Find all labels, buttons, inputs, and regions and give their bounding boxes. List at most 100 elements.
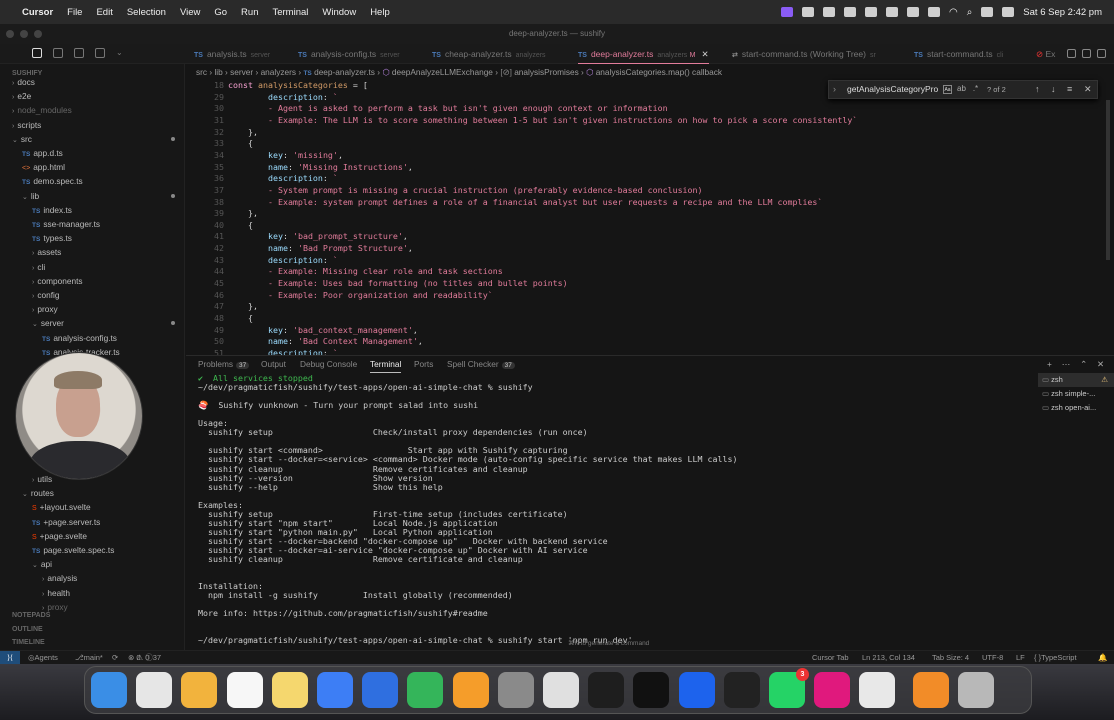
terminal-item[interactable]: ▭ zsh open-ai...: [1038, 401, 1114, 415]
sidebar-item[interactable]: ⌄ routes: [0, 486, 185, 500]
freeform-icon[interactable]: [317, 672, 353, 708]
code-line[interactable]: - Example: system prompt defines a role …: [228, 197, 822, 209]
system-settings-icon[interactable]: [497, 672, 534, 708]
code-line[interactable]: key: 'bad_context_management',: [228, 325, 418, 337]
finder-icon[interactable]: [91, 672, 127, 708]
screen-record-icon[interactable]: [780, 7, 793, 17]
editor-scrollbar[interactable]: [1106, 100, 1110, 260]
script-editor-icon[interactable]: [543, 672, 579, 708]
sidebar-item[interactable]: TS page.svelte.spec.ts: [0, 543, 185, 557]
cursor-tab-item[interactable]: Cursor Tab: [812, 651, 849, 665]
menu-file[interactable]: File: [67, 7, 82, 18]
extensions-icon[interactable]: [95, 48, 105, 58]
sidebar-item[interactable]: › scripts: [0, 118, 185, 132]
menu-app-name[interactable]: Cursor: [22, 7, 53, 18]
pages-icon[interactable]: [452, 672, 489, 708]
whole-word-icon[interactable]: ab: [957, 85, 966, 94]
split-editor-icon[interactable]: [1082, 49, 1091, 58]
close-window-button[interactable]: [6, 30, 14, 38]
whatsapp-icon[interactable]: 3: [769, 668, 809, 708]
tab-cheap-analyzer[interactable]: TS cheap-analyzer.ts analyzers: [432, 44, 546, 64]
photos-icon[interactable]: [181, 672, 218, 708]
notes-icon[interactable]: [271, 672, 308, 708]
sidebar-item[interactable]: TS +page.server.ts: [0, 515, 185, 529]
sidebar-item[interactable]: › config: [0, 288, 185, 302]
more-actions-icon[interactable]: ⋯: [1062, 356, 1070, 372]
close-icon[interactable]: ✕: [1097, 356, 1104, 372]
breadcrumb-item[interactable]: deep-analyzer.ts: [314, 67, 375, 77]
cursor-icon[interactable]: [723, 672, 760, 708]
notifications-icon[interactable]: 🔔: [1098, 651, 1107, 665]
chevron-right-icon[interactable]: ›: [833, 81, 836, 98]
close-tab-icon[interactable]: ✕: [702, 49, 709, 59]
next-match-icon[interactable]: ↓: [1051, 81, 1056, 98]
tab-analysis-config[interactable]: TS analysis-config.ts server: [298, 44, 400, 64]
code-line[interactable]: {: [228, 220, 253, 232]
terminal-icon[interactable]: [633, 672, 670, 708]
problems-item[interactable]: ⊗ 0 ⚠ 0 ⓘ 37: [128, 651, 161, 665]
match-case-toggle[interactable]: Aa: [943, 85, 952, 94]
sidebar-item[interactable]: › analysis: [0, 571, 185, 585]
new-terminal-icon[interactable]: +: [1047, 356, 1052, 372]
breadcrumb-item[interactable]: analyzers: [261, 67, 297, 77]
sidebar-item[interactable]: TS analysis-config.ts: [0, 331, 185, 345]
line-ending[interactable]: LF: [1016, 651, 1025, 665]
code-line[interactable]: description: `: [228, 255, 338, 267]
menu-terminal[interactable]: Terminal: [272, 7, 308, 18]
menu-selection[interactable]: Selection: [127, 7, 166, 18]
launchpad-icon[interactable]: [136, 672, 173, 708]
sidebar-item[interactable]: S +layout.svelte: [0, 500, 185, 514]
code-line[interactable]: const analysisCategories = [: [228, 80, 368, 92]
control-center-icon[interactable]: [981, 7, 994, 17]
tab-start-command[interactable]: TS start-command.ts cli: [914, 44, 1003, 64]
code-line[interactable]: },: [228, 127, 258, 139]
minimize-window-button[interactable]: [20, 30, 28, 38]
status-app-icon[interactable]: [822, 7, 835, 17]
code-line[interactable]: {: [228, 138, 253, 150]
find-in-selection-icon[interactable]: ≡: [1067, 81, 1072, 98]
code-line[interactable]: - Example: The LLM is to score something…: [228, 115, 857, 127]
wifi-icon[interactable]: ◠: [949, 7, 958, 18]
menu-view[interactable]: View: [180, 7, 200, 18]
code-line[interactable]: description: `: [228, 173, 338, 185]
maximize-panel-icon[interactable]: ⌃: [1080, 356, 1087, 372]
breadcrumb-item[interactable]: deepAnalyzeLLMExchange: [392, 67, 493, 77]
agents-item[interactable]: ◎ Agents: [28, 651, 58, 665]
breadcrumb-item[interactable]: analysisPromises: [514, 67, 579, 77]
find-input[interactable]: getAnalysisCategoryPro: [847, 81, 938, 98]
sidebar-item[interactable]: S +page.svelte: [0, 529, 185, 543]
source-control-icon[interactable]: [74, 48, 84, 58]
siri-icon[interactable]: [1002, 7, 1015, 17]
code-line[interactable]: name: 'Bad Context Management',: [228, 336, 423, 348]
code-line[interactable]: },: [228, 301, 258, 313]
code-line[interactable]: key: 'missing',: [228, 150, 343, 162]
sidebar-item[interactable]: › assets: [0, 245, 185, 259]
tab-output[interactable]: Output: [261, 356, 286, 372]
menu-help[interactable]: Help: [370, 7, 390, 18]
code-line[interactable]: name: 'Missing Instructions',: [228, 162, 413, 174]
language-mode[interactable]: { } TypeScript: [1034, 651, 1077, 665]
more-actions-icon[interactable]: [1097, 49, 1106, 58]
terminal-item[interactable]: ▭ zsh ⚠: [1038, 373, 1114, 387]
reminders-icon[interactable]: [226, 672, 263, 708]
sidebar-item[interactable]: › components: [0, 274, 185, 288]
sidebar-item[interactable]: TS types.ts: [0, 231, 185, 245]
tab-size[interactable]: Tab Size: 4: [932, 651, 969, 665]
code-line[interactable]: - Example: Missing clear role and task s…: [228, 266, 503, 278]
tab-deep-analyzer[interactable]: TS deep-analyzer.ts analyzers M ✕: [578, 44, 709, 64]
sidebar-item[interactable]: › health: [0, 586, 185, 600]
status-app-icon[interactable]: [864, 7, 877, 17]
menu-go[interactable]: Go: [214, 7, 227, 18]
terminal-item[interactable]: ▭ zsh simple-...: [1038, 387, 1114, 401]
code-line[interactable]: description: `: [228, 348, 338, 355]
activity-monitor-icon[interactable]: [588, 672, 625, 708]
sidebar-item[interactable]: › e2e: [0, 89, 185, 103]
sidebar-item[interactable]: ⌄ src: [0, 132, 185, 146]
tab-ports[interactable]: Ports: [414, 356, 433, 372]
sidebar-item[interactable]: › proxy: [0, 302, 185, 316]
status-app-icon[interactable]: [885, 7, 898, 17]
tab-debug-console[interactable]: Debug Console: [300, 356, 357, 372]
tab-start-command-working-tree[interactable]: ⇄ start-command.ts (Working Tree) sr: [732, 44, 876, 64]
battery-icon[interactable]: [927, 7, 940, 17]
docker-icon[interactable]: [678, 672, 715, 708]
